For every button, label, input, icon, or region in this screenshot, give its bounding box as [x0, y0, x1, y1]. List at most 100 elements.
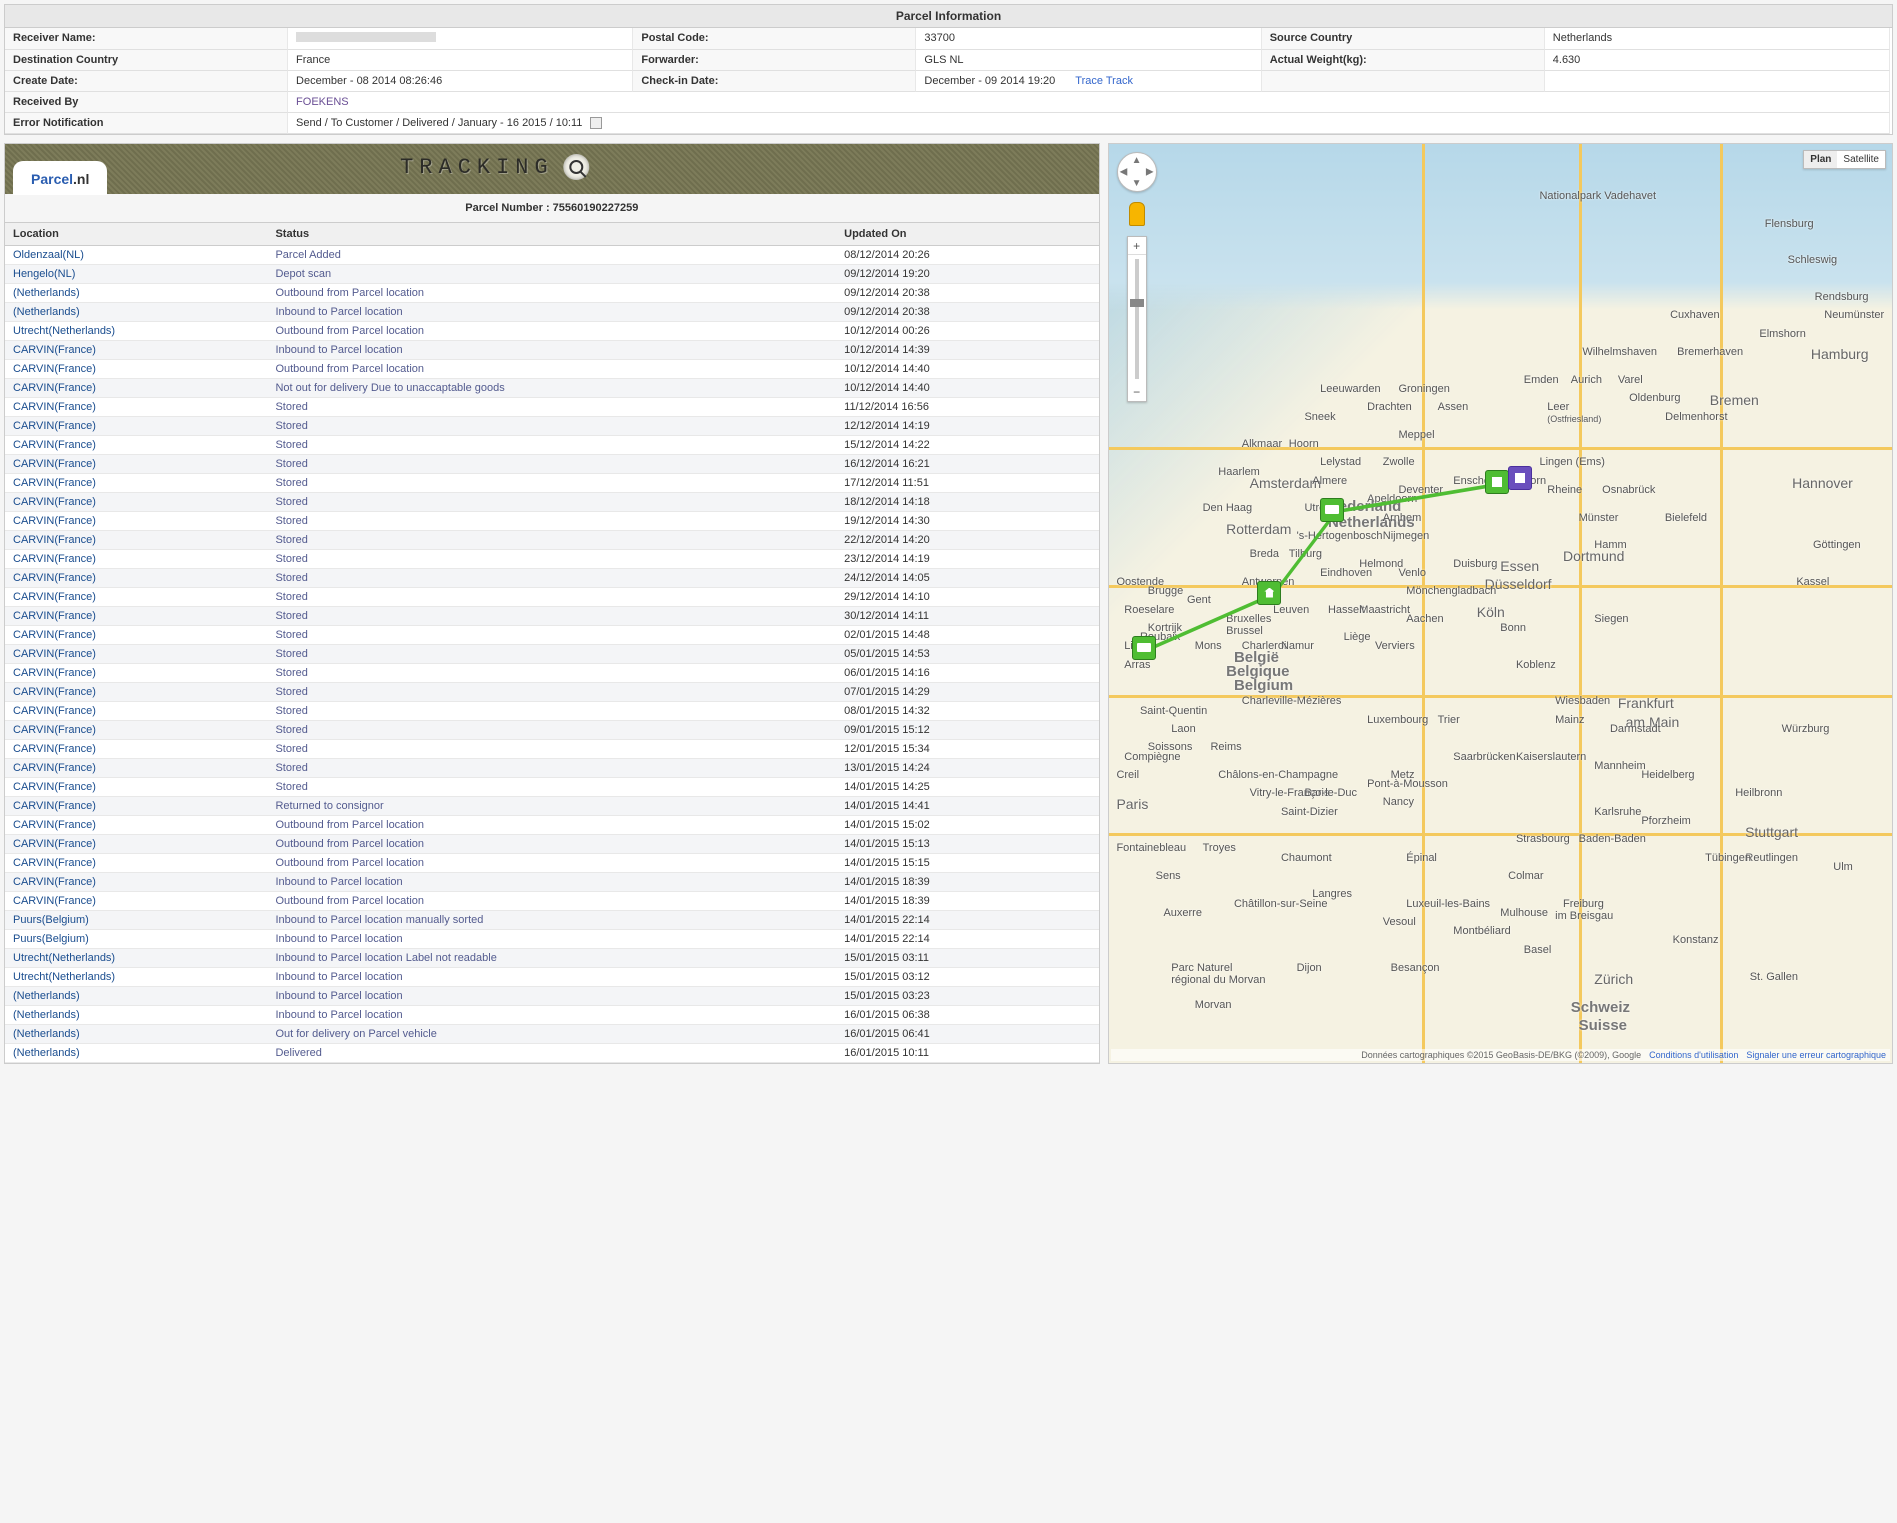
map-label-im-breisgau: im Breisgau [1555, 910, 1613, 922]
tracking-cell-updated: 10/12/2014 14:40 [836, 379, 1098, 398]
tracking-cell-status: Inbound to Parcel location [267, 930, 836, 949]
tracking-row[interactable]: CARVIN(France)Stored24/12/2014 14:05 [5, 569, 1099, 588]
tracking-cell-updated: 30/12/2014 14:11 [836, 607, 1098, 626]
tracking-row[interactable]: CARVIN(France)Stored12/01/2015 15:34 [5, 740, 1099, 759]
tracking-row[interactable]: CARVIN(France)Stored30/12/2014 14:11 [5, 607, 1099, 626]
value-receiver-name [288, 28, 633, 50]
tracking-row[interactable]: CARVIN(France)Stored19/12/2014 14:30 [5, 512, 1099, 531]
tracking-cell-updated: 22/12/2014 14:20 [836, 531, 1098, 550]
tracking-cell-updated: 18/12/2014 14:18 [836, 493, 1098, 512]
tracking-row[interactable]: (Netherlands)Outbound from Parcel locati… [5, 284, 1099, 303]
trace-track-link[interactable]: Trace Track [1075, 75, 1133, 87]
tracking-cell-status: Inbound to Parcel location manually sort… [267, 911, 836, 930]
tracking-row[interactable]: CARVIN(France)Stored06/01/2015 14:16 [5, 664, 1099, 683]
tracking-row[interactable]: CARVIN(France)Inbound to Parcel location… [5, 341, 1099, 360]
tracking-row[interactable]: Utrecht(Netherlands)Inbound to Parcel lo… [5, 949, 1099, 968]
tracking-row[interactable]: CARVIN(France)Stored07/01/2015 14:29 [5, 683, 1099, 702]
zoom-thumb[interactable] [1130, 299, 1144, 307]
tracking-row[interactable]: CARVIN(France)Stored02/01/2015 14:48 [5, 626, 1099, 645]
col-location[interactable]: Location [5, 223, 267, 246]
map-label-mannheim: Mannheim [1594, 760, 1645, 772]
tracking-row[interactable]: CARVIN(France)Inbound to Parcel location… [5, 873, 1099, 892]
error-detail-icon[interactable] [590, 117, 602, 129]
tracking-row[interactable]: CARVIN(France)Stored17/12/2014 11:51 [5, 474, 1099, 493]
tracking-row[interactable]: CARVIN(France)Stored05/01/2015 14:53 [5, 645, 1099, 664]
tracking-cell-updated: 09/12/2014 20:38 [836, 303, 1098, 322]
tracking-cell-status: Stored [267, 588, 836, 607]
pan-left-icon[interactable]: ◀ [1120, 167, 1128, 178]
map-attr-terms[interactable]: Conditions d'utilisation [1649, 1050, 1738, 1060]
tracking-row[interactable]: Utrecht(Netherlands)Outbound from Parcel… [5, 322, 1099, 341]
tracking-row[interactable]: (Netherlands)Out for delivery on Parcel … [5, 1025, 1099, 1044]
map-marker-puurs[interactable] [1257, 581, 1281, 605]
map-panel[interactable]: Denmark Nationalpark Vadehavet Flensburg… [1108, 143, 1893, 1064]
tracking-row[interactable]: CARVIN(France)Stored12/12/2014 14:19 [5, 417, 1099, 436]
tracking-row[interactable]: Puurs(Belgium)Inbound to Parcel location… [5, 911, 1099, 930]
pan-right-icon[interactable]: ▶ [1146, 167, 1154, 178]
map-label-rotterdam: Rotterdam [1226, 521, 1291, 537]
map-label-oostende: Oostende [1116, 576, 1164, 588]
tracking-row[interactable]: (Netherlands)Inbound to Parcel location1… [5, 1006, 1099, 1025]
tracking-row[interactable]: CARVIN(France)Outbound from Parcel locat… [5, 360, 1099, 379]
tracking-cell-updated: 29/12/2014 14:10 [836, 588, 1098, 607]
tracking-row[interactable]: (Netherlands)Inbound to Parcel location0… [5, 303, 1099, 322]
map-label-suisse: Suisse [1579, 1017, 1627, 1034]
tracking-row[interactable]: CARVIN(France)Outbound from Parcel locat… [5, 854, 1099, 873]
tracking-cell-updated: 14/01/2015 15:15 [836, 854, 1098, 873]
map-marker-origin-2[interactable] [1508, 466, 1532, 490]
parcel-brand-tab[interactable]: Parcel.nl [13, 161, 107, 195]
map-label-basel: Basel [1524, 944, 1552, 956]
tracking-row[interactable]: CARVIN(France)Not out for delivery Due t… [5, 379, 1099, 398]
tracking-row[interactable]: CARVIN(France)Outbound from Parcel locat… [5, 892, 1099, 911]
tracking-row[interactable]: CARVIN(France)Stored14/01/2015 14:25 [5, 778, 1099, 797]
tracking-row[interactable]: CARVIN(France)Stored15/12/2014 14:22 [5, 436, 1099, 455]
tracking-row[interactable]: CARVIN(France)Returned to consignor14/01… [5, 797, 1099, 816]
tracking-cell-status: Stored [267, 626, 836, 645]
tracking-row[interactable]: (Netherlands)Delivered16/01/2015 10:11 [5, 1044, 1099, 1063]
map-label-lingen: Lingen (Ems) [1539, 456, 1604, 468]
value-forwarder: GLS NL [916, 50, 1261, 71]
map-label-hannover: Hannover [1792, 475, 1853, 491]
map-label-saint-dizier: Saint-Dizier [1281, 806, 1338, 818]
map-label-delmenhorst: Delmenhorst [1665, 411, 1727, 423]
tracking-row[interactable]: CARVIN(France)Stored23/12/2014 14:19 [5, 550, 1099, 569]
zoom-out-button[interactable]: − [1128, 383, 1146, 401]
map-marker-origin[interactable] [1485, 470, 1509, 494]
map-label-reims: Reims [1210, 741, 1241, 753]
tracking-row[interactable]: CARVIN(France)Stored16/12/2014 16:21 [5, 455, 1099, 474]
tracking-cell-status: Inbound to Parcel location [267, 341, 836, 360]
map-type-plan[interactable]: Plan [1804, 151, 1837, 168]
pan-up-icon[interactable]: ▲ [1132, 155, 1142, 166]
tracking-row[interactable]: CARVIN(France)Stored11/12/2014 16:56 [5, 398, 1099, 417]
map-attr-report[interactable]: Signaler une erreur cartographique [1746, 1050, 1886, 1060]
map-marker-utrecht[interactable] [1320, 498, 1344, 522]
tracking-row[interactable]: CARVIN(France)Stored22/12/2014 14:20 [5, 531, 1099, 550]
pan-down-icon[interactable]: ▼ [1132, 178, 1142, 189]
map-marker-carvin[interactable] [1132, 636, 1156, 660]
tracking-cell-status: Stored [267, 569, 836, 588]
streetview-pegman[interactable] [1129, 202, 1145, 226]
col-updated[interactable]: Updated On [836, 223, 1098, 246]
tracking-row[interactable]: Hengelo(NL)Depot scan09/12/2014 19:20 [5, 265, 1099, 284]
tracking-row[interactable]: CARVIN(France)Stored13/01/2015 14:24 [5, 759, 1099, 778]
tracking-row[interactable]: CARVIN(France)Stored08/01/2015 14:32 [5, 702, 1099, 721]
zoom-in-button[interactable]: + [1128, 237, 1146, 255]
zoom-slider[interactable] [1135, 259, 1139, 379]
map-pan-control[interactable]: ▲ ▼ ◀ ▶ [1117, 152, 1157, 192]
tracking-row[interactable]: Oldenzaal(NL)Parcel Added08/12/2014 20:2… [5, 246, 1099, 265]
tracking-row[interactable]: CARVIN(France)Outbound from Parcel locat… [5, 835, 1099, 854]
map-label-konstanz: Konstanz [1673, 934, 1719, 946]
tracking-row[interactable]: Puurs(Belgium)Inbound to Parcel location… [5, 930, 1099, 949]
map-type-satellite[interactable]: Satellite [1837, 151, 1885, 168]
tracking-cell-updated: 19/12/2014 14:30 [836, 512, 1098, 531]
tracking-row[interactable]: CARVIN(France)Outbound from Parcel locat… [5, 816, 1099, 835]
tracking-row[interactable]: Utrecht(Netherlands)Inbound to Parcel lo… [5, 968, 1099, 987]
tracking-row[interactable]: (Netherlands)Inbound to Parcel location1… [5, 987, 1099, 1006]
tracking-cell-location: CARVIN(France) [5, 569, 267, 588]
col-status[interactable]: Status [267, 223, 836, 246]
map-label-oldenburg: Oldenburg [1629, 392, 1680, 404]
tracking-cell-location: (Netherlands) [5, 1006, 267, 1025]
tracking-row[interactable]: CARVIN(France)Stored29/12/2014 14:10 [5, 588, 1099, 607]
tracking-row[interactable]: CARVIN(France)Stored18/12/2014 14:18 [5, 493, 1099, 512]
tracking-row[interactable]: CARVIN(France)Stored09/01/2015 15:12 [5, 721, 1099, 740]
